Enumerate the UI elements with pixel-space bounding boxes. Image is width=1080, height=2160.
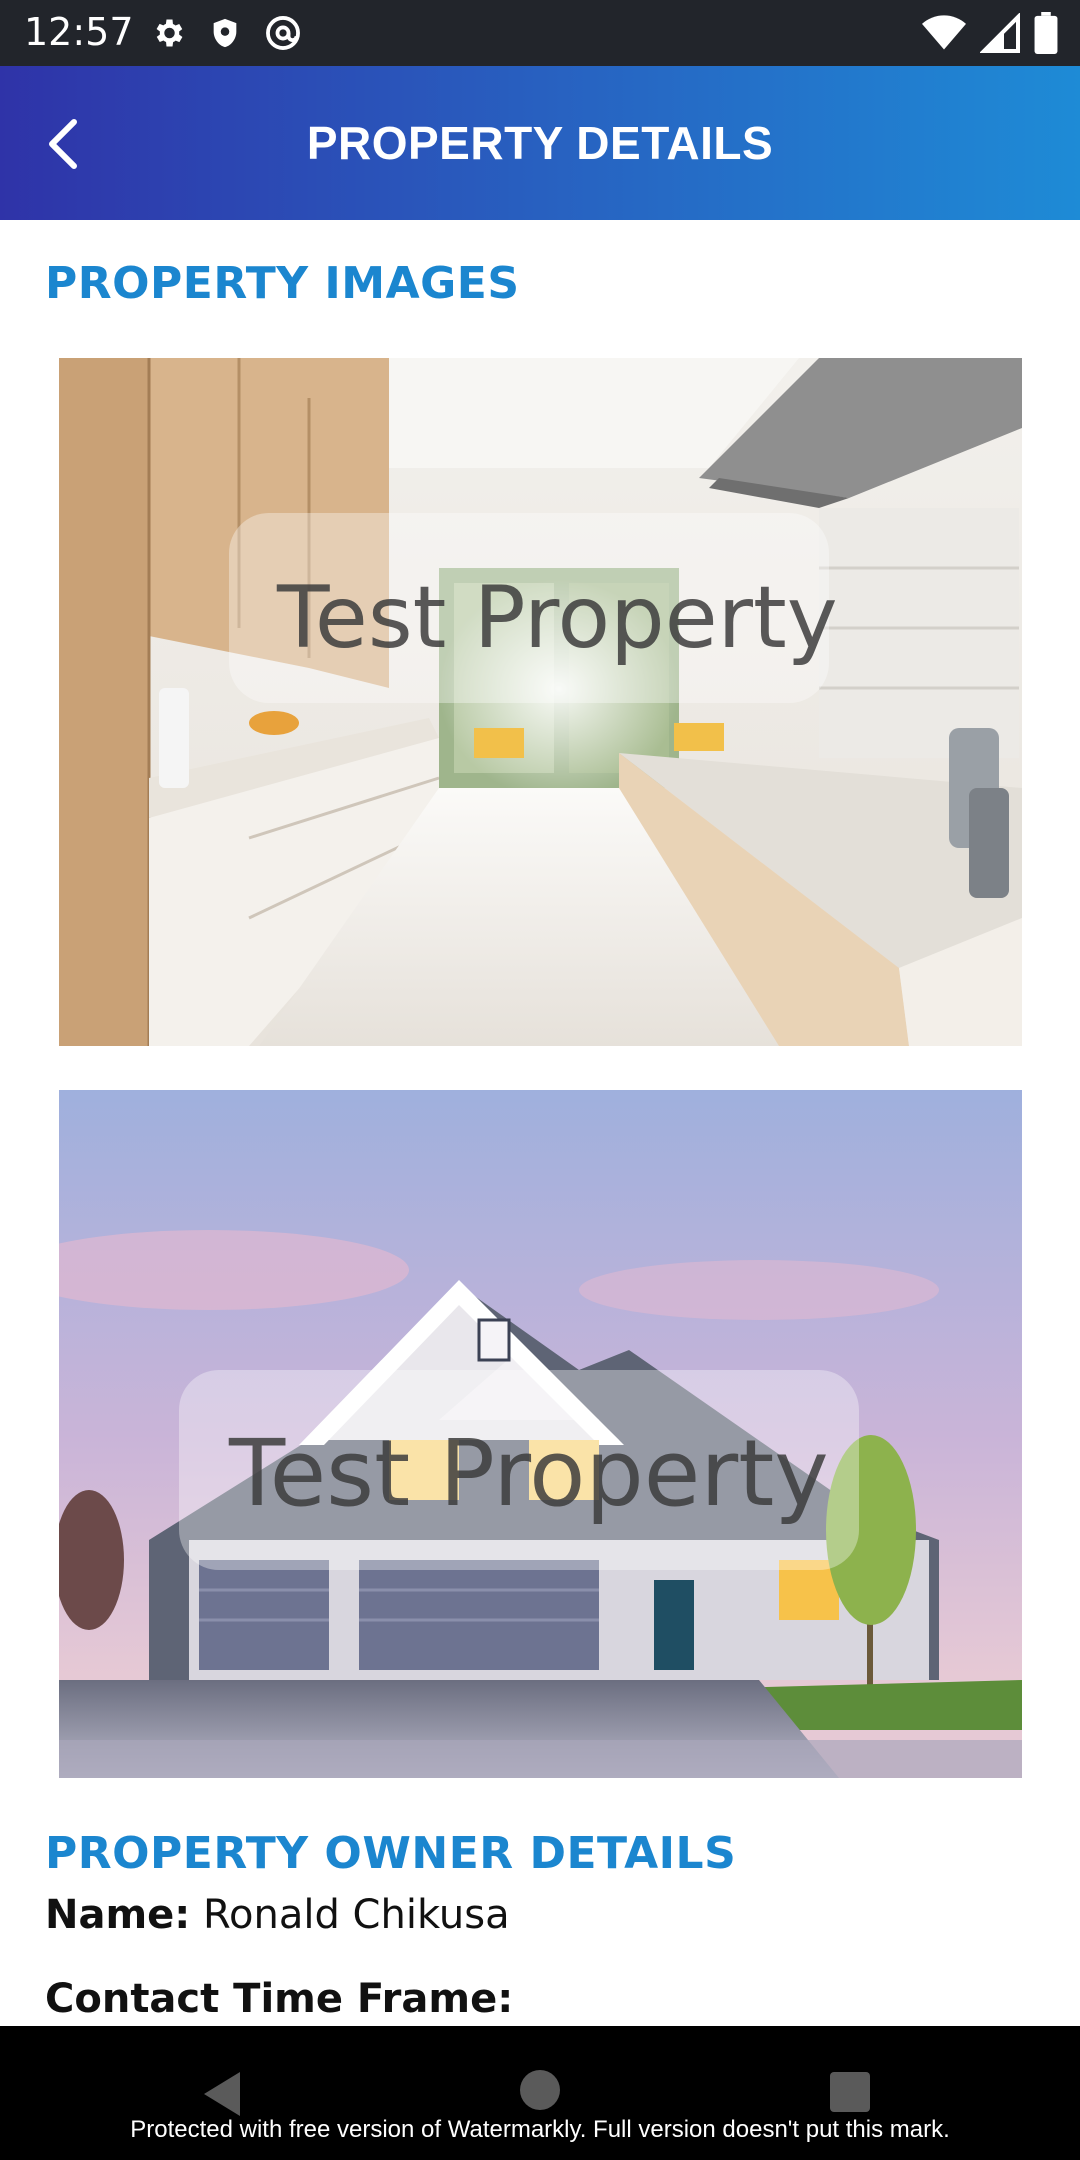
- image-watermark-text: Test Property: [277, 568, 838, 668]
- contact-time-frame-row: Contact Time Frame:: [45, 1976, 513, 2022]
- status-icons-left: [150, 14, 302, 52]
- nav-recents-button[interactable]: [830, 2072, 870, 2112]
- shield-icon: [213, 18, 237, 48]
- status-time: 12:57: [24, 10, 134, 54]
- property-image-house[interactable]: Test Property: [59, 1090, 1022, 1778]
- signal-icon: [980, 13, 1020, 53]
- battery-icon: [1034, 12, 1058, 54]
- property-images-heading: PROPERTY IMAGES: [45, 258, 520, 309]
- system-nav-bar: Protected with free version of Watermark…: [0, 2026, 1080, 2160]
- status-icons-right: [922, 12, 1058, 54]
- watermark-notice: Protected with free version of Watermark…: [130, 2116, 950, 2143]
- status-bar: 12:57: [0, 0, 1080, 66]
- property-details-content[interactable]: PROPERTY IMAGES Test Property Test Prope…: [0, 220, 1080, 2026]
- nav-home-button[interactable]: [520, 2070, 560, 2110]
- property-owner-heading: PROPERTY OWNER DETAILS: [45, 1828, 737, 1879]
- property-image-kitchen[interactable]: Test Property: [59, 358, 1022, 1046]
- nav-back-icon[interactable]: [200, 2070, 244, 2118]
- gear-icon: [156, 19, 183, 47]
- contact-time-frame-label: Contact Time Frame:: [45, 1976, 514, 2022]
- owner-name-label: Name:: [45, 1892, 191, 1938]
- app-bar: PROPERTY DETAILS: [0, 66, 1080, 220]
- at-sign-icon: [266, 16, 300, 50]
- owner-name-row: Name: Ronald Chikusa: [45, 1892, 510, 1938]
- owner-name-value: Ronald Chikusa: [203, 1892, 510, 1938]
- page-title: PROPERTY DETAILS: [306, 117, 774, 169]
- image-watermark-text: Test Property: [229, 1420, 829, 1527]
- wifi-icon: [922, 15, 966, 50]
